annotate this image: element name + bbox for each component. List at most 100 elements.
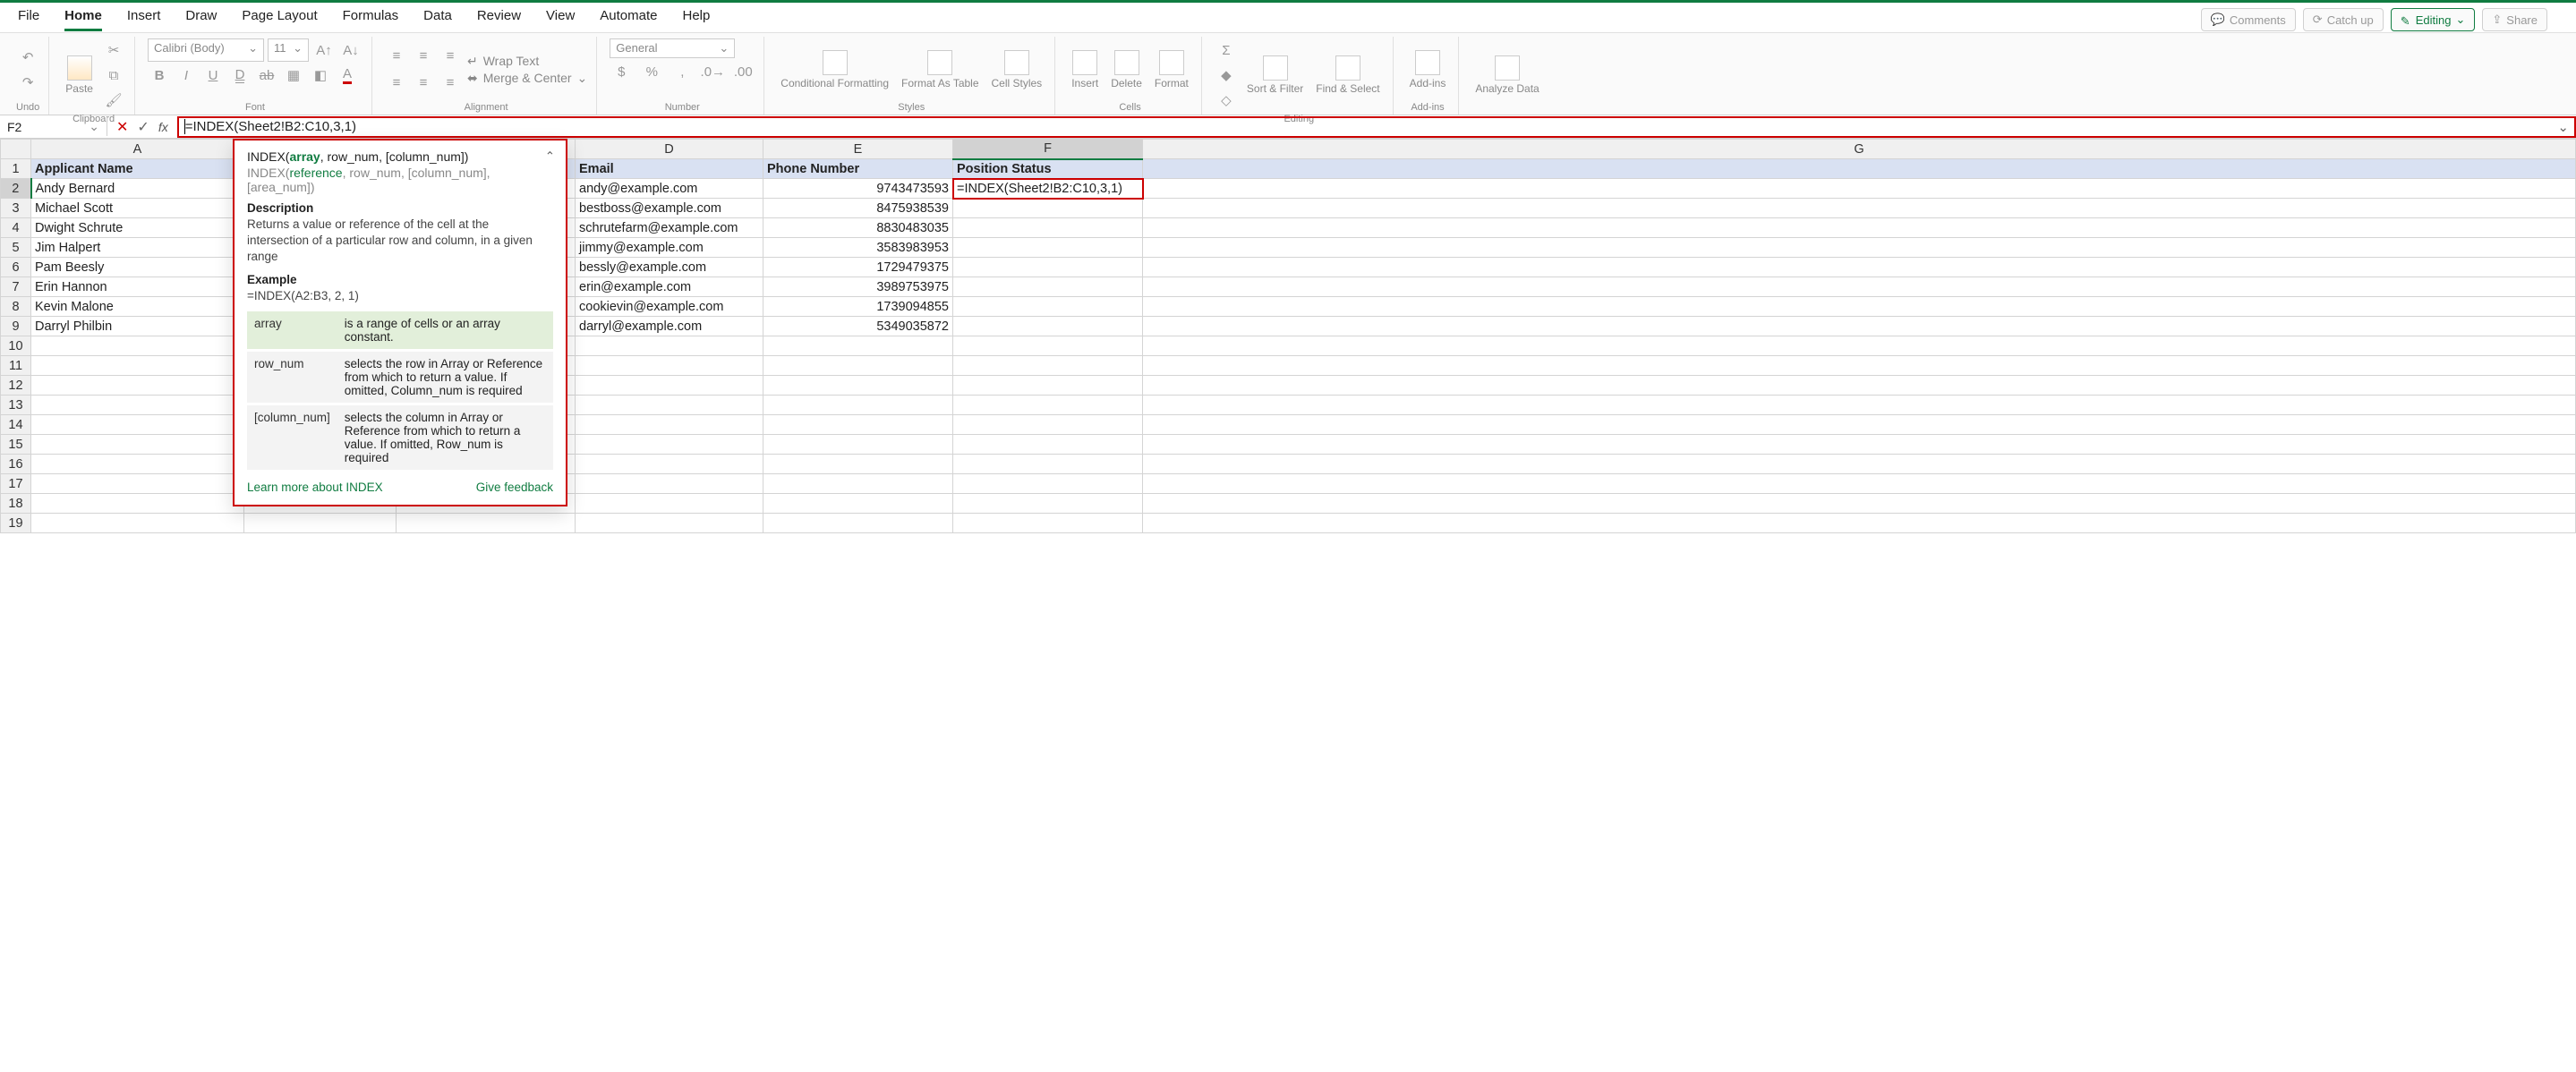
cell[interactable] xyxy=(1143,356,2576,376)
cell[interactable] xyxy=(1143,238,2576,258)
autosum-button[interactable]: Σ xyxy=(1215,38,1238,62)
row-header[interactable]: 5 xyxy=(1,238,31,258)
dec-decimal-button[interactable]: .00 xyxy=(731,60,755,83)
align-left-button[interactable]: ≡ xyxy=(385,72,408,95)
cell[interactable] xyxy=(763,435,953,455)
align-right-button[interactable]: ≡ xyxy=(439,72,462,95)
cell[interactable]: 3989753975 xyxy=(763,277,953,297)
cell[interactable] xyxy=(576,376,763,396)
italic-button[interactable]: I xyxy=(175,64,198,87)
cell[interactable] xyxy=(576,494,763,514)
col-header-f[interactable]: F xyxy=(953,140,1143,159)
cell[interactable] xyxy=(953,474,1143,494)
redo-button[interactable]: ↷ xyxy=(16,71,39,94)
underline-button[interactable]: U xyxy=(201,64,225,87)
cell[interactable] xyxy=(953,455,1143,474)
cell[interactable] xyxy=(1143,317,2576,336)
cell[interactable]: 8475938539 xyxy=(763,199,953,218)
undo-button[interactable]: ↶ xyxy=(16,46,39,69)
number-format-select[interactable]: General⌄ xyxy=(610,38,735,58)
cell[interactable] xyxy=(763,336,953,356)
align-top-button[interactable]: ≡ xyxy=(385,45,408,68)
give-feedback-link[interactable]: Give feedback xyxy=(476,481,553,494)
font-color-button[interactable]: A xyxy=(336,64,359,87)
cell[interactable] xyxy=(763,514,953,533)
cell[interactable] xyxy=(953,376,1143,396)
cell[interactable]: Pam Beesly xyxy=(31,258,244,277)
cell[interactable] xyxy=(1143,435,2576,455)
row-header[interactable]: 12 xyxy=(1,376,31,396)
row-header[interactable]: 6 xyxy=(1,258,31,277)
row-header[interactable]: 18 xyxy=(1,494,31,514)
inc-decimal-button[interactable]: .0→ xyxy=(701,60,724,83)
clear-button[interactable]: ◇ xyxy=(1215,89,1238,112)
cell[interactable]: 5349035872 xyxy=(763,317,953,336)
col-header-d[interactable]: D xyxy=(576,140,763,159)
cell[interactable] xyxy=(953,258,1143,277)
increase-font-button[interactable]: A↑ xyxy=(312,38,336,62)
cell[interactable]: Position Status xyxy=(953,159,1143,179)
row-header[interactable]: 17 xyxy=(1,474,31,494)
cell[interactable] xyxy=(576,435,763,455)
col-header-g[interactable]: G xyxy=(1143,140,2576,159)
cell[interactable] xyxy=(953,356,1143,376)
cell[interactable] xyxy=(763,396,953,415)
cell[interactable] xyxy=(1143,494,2576,514)
cell[interactable]: 1739094855 xyxy=(763,297,953,317)
cell[interactable] xyxy=(1143,199,2576,218)
bold-button[interactable]: B xyxy=(148,64,171,87)
learn-more-link[interactable]: Learn more about INDEX xyxy=(247,481,383,494)
catchup-button[interactable]: ⟳Catch up xyxy=(2303,8,2384,31)
menu-review[interactable]: Review xyxy=(477,8,521,29)
row-header[interactable]: 9 xyxy=(1,317,31,336)
cell[interactable] xyxy=(763,415,953,435)
cell[interactable] xyxy=(953,415,1143,435)
addins-button[interactable]: Add-ins xyxy=(1406,47,1450,93)
cell[interactable] xyxy=(576,514,763,533)
percent-button[interactable]: % xyxy=(640,60,663,83)
menu-formulas[interactable]: Formulas xyxy=(343,8,399,29)
cell[interactable] xyxy=(953,199,1143,218)
select-all-corner[interactable] xyxy=(1,140,31,159)
cell[interactable]: Email xyxy=(576,159,763,179)
cell[interactable] xyxy=(1143,297,2576,317)
menu-automate[interactable]: Automate xyxy=(600,8,657,29)
cell[interactable] xyxy=(953,396,1143,415)
menu-data[interactable]: Data xyxy=(423,8,452,29)
cell[interactable]: 3583983953 xyxy=(763,238,953,258)
cell[interactable] xyxy=(953,435,1143,455)
row-header[interactable]: 13 xyxy=(1,396,31,415)
cell[interactable]: Applicant Name xyxy=(31,159,244,179)
copy-button[interactable]: ⧉ xyxy=(102,64,125,87)
cell[interactable] xyxy=(1143,159,2576,179)
cell[interactable]: erin@example.com xyxy=(576,277,763,297)
cell[interactable] xyxy=(953,494,1143,514)
chevron-down-icon[interactable]: ⌄ xyxy=(2557,119,2569,135)
menu-insert[interactable]: Insert xyxy=(127,8,161,29)
fill-button[interactable]: ◆ xyxy=(1215,64,1238,87)
format-cells-button[interactable]: Format xyxy=(1151,47,1192,93)
format-painter-button[interactable]: 🖌 xyxy=(102,89,125,112)
cell[interactable]: Andy Bernard xyxy=(31,179,244,199)
cell[interactable] xyxy=(953,218,1143,238)
share-button[interactable]: ⇪Share xyxy=(2482,8,2547,31)
cell[interactable]: cookievin@example.com xyxy=(576,297,763,317)
cell[interactable] xyxy=(1143,415,2576,435)
cell[interactable]: Phone Number xyxy=(763,159,953,179)
row-header[interactable]: 11 xyxy=(1,356,31,376)
cell[interactable]: 8830483035 xyxy=(763,218,953,238)
cell[interactable]: schrutefarm@example.com xyxy=(576,218,763,238)
row-header[interactable]: 14 xyxy=(1,415,31,435)
cell[interactable] xyxy=(31,415,244,435)
currency-button[interactable]: $ xyxy=(610,60,633,83)
row-header[interactable]: 1 xyxy=(1,159,31,179)
cell-styles-button[interactable]: Cell Styles xyxy=(988,47,1046,93)
cell[interactable] xyxy=(31,435,244,455)
cell[interactable] xyxy=(397,514,576,533)
double-underline-button[interactable]: D xyxy=(228,64,252,87)
col-header-e[interactable]: E xyxy=(763,140,953,159)
cell[interactable] xyxy=(31,396,244,415)
analyze-data-button[interactable]: Analyze Data xyxy=(1471,52,1542,98)
col-header-a[interactable]: A xyxy=(31,140,244,159)
cell[interactable] xyxy=(953,336,1143,356)
